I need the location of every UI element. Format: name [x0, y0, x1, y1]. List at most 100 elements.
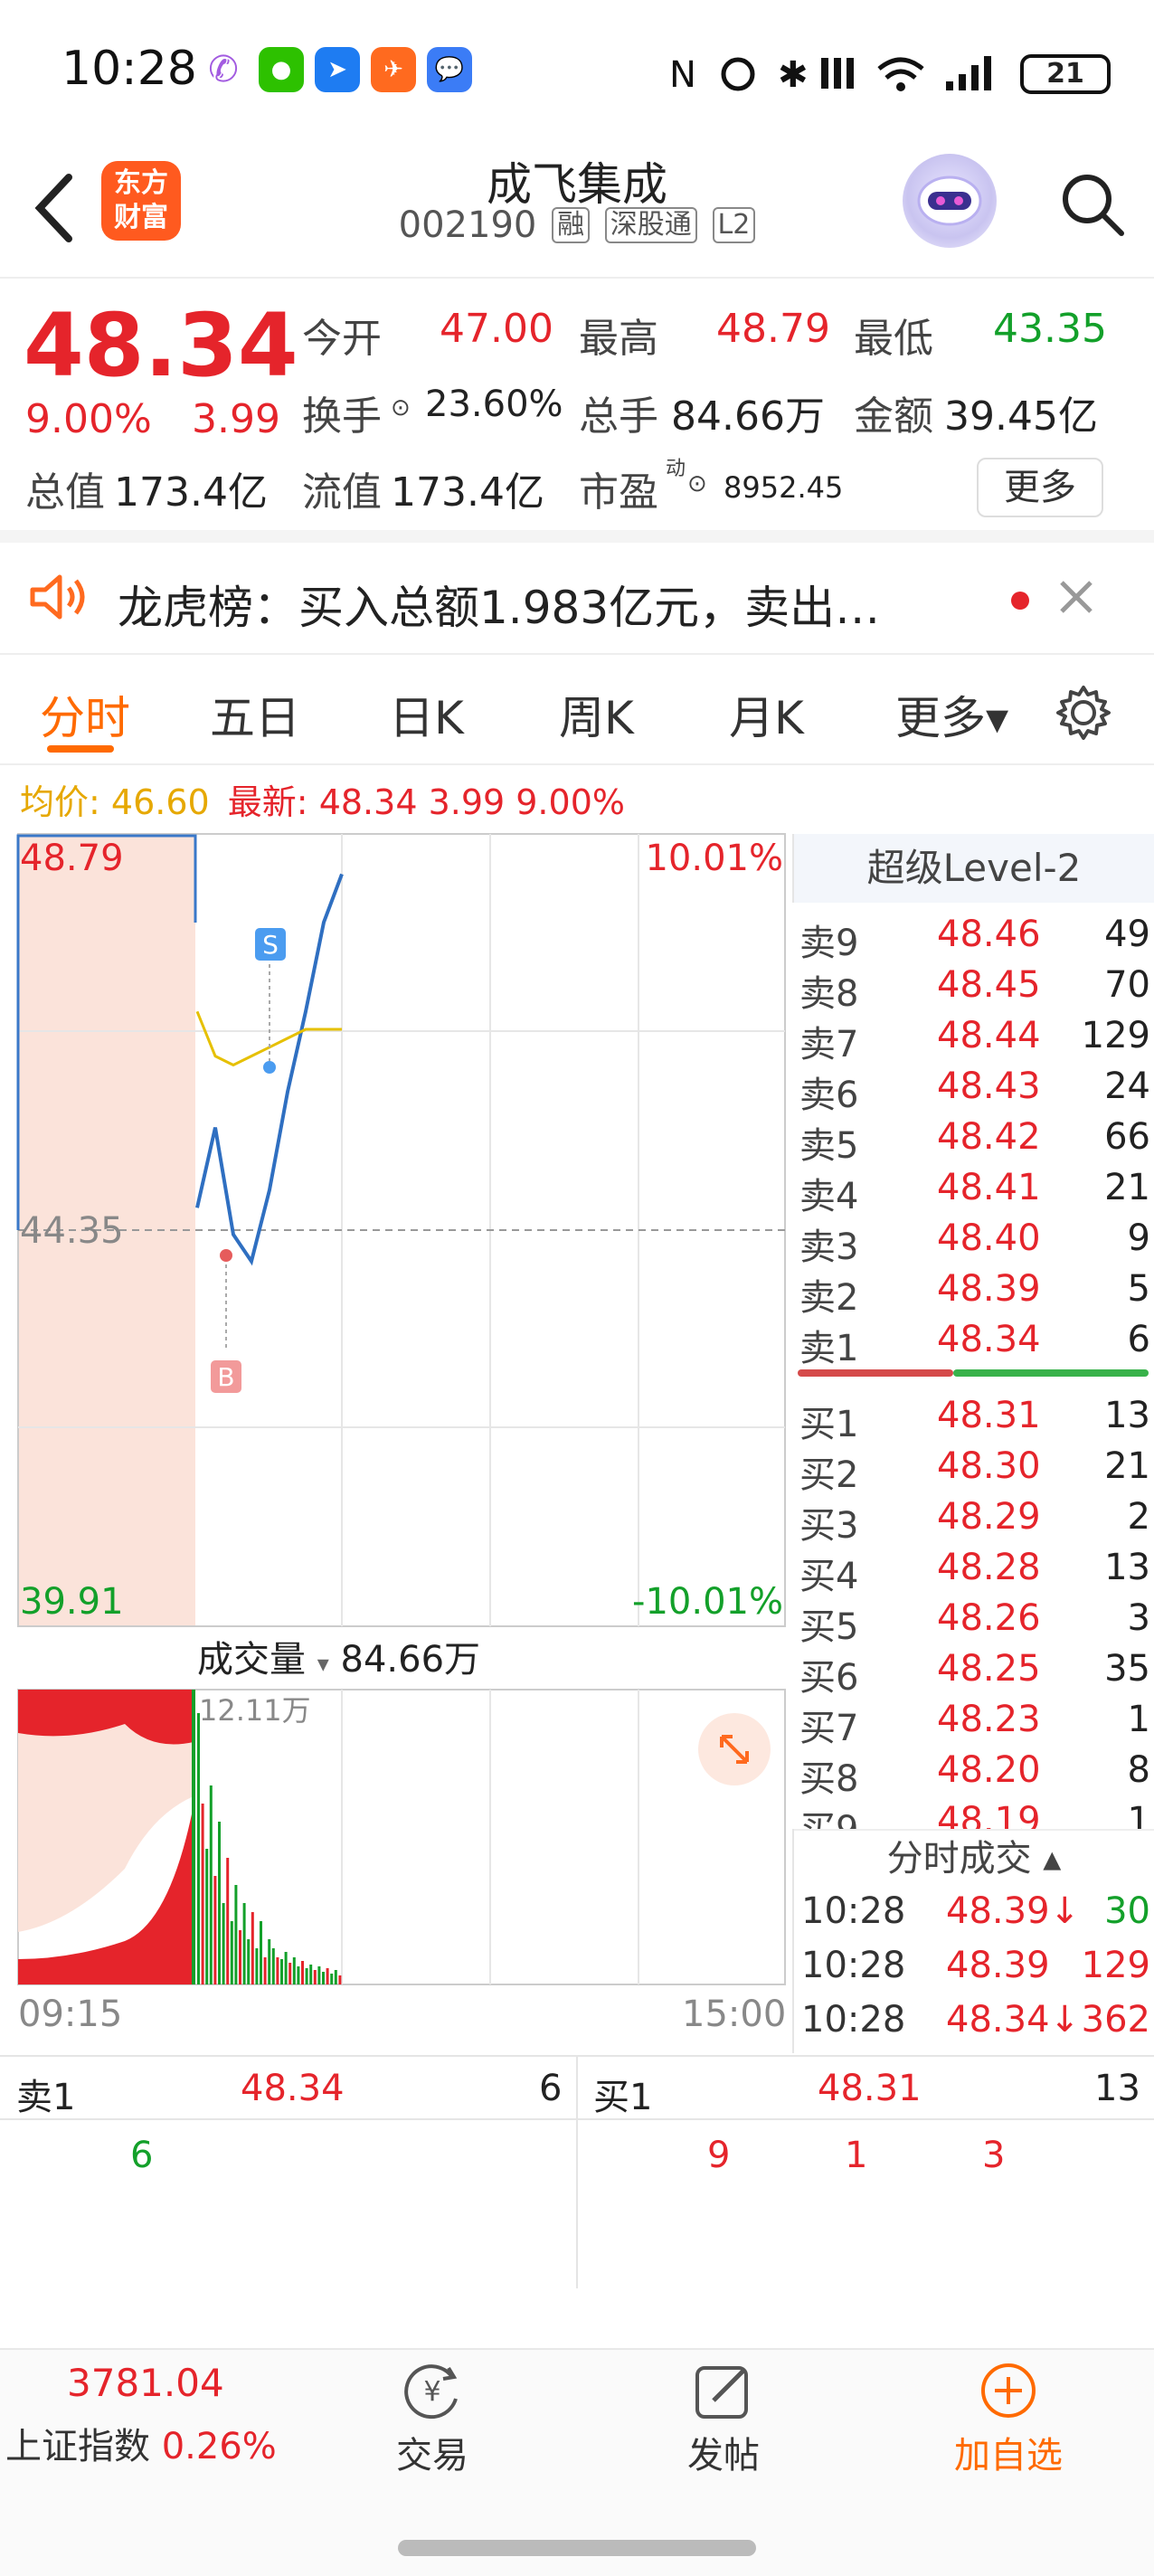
volume-label[interactable]: 成交量	[197, 1639, 306, 1681]
bid-queue-item: 1	[845, 2135, 868, 2176]
price-chart-svg[interactable]: S B 48.79 44.35 39.91 10.01% -10.01%	[16, 832, 787, 1628]
volume-bar	[276, 1957, 279, 1984]
bid-volume: 35	[1104, 1648, 1150, 1690]
tab-weekly-k[interactable]: 周K	[559, 682, 634, 747]
time-end-label: 15:00	[682, 1994, 787, 2035]
robot-assistant-icon[interactable]	[903, 154, 997, 248]
ask-row[interactable]: 卖5 48.42 66	[792, 1111, 1154, 1167]
edit-icon	[695, 2366, 748, 2419]
bid-row[interactable]: 买3 48.29 2	[792, 1491, 1154, 1547]
tag-shenzhen-connect: 深股通	[604, 207, 697, 243]
bid-row[interactable]: 买7 48.23 1	[792, 1693, 1154, 1749]
bid-price: 48.20	[937, 1749, 1041, 1791]
volume-bar	[280, 1959, 283, 1984]
avg-label: 均价:	[20, 782, 100, 822]
tick-volume: 362	[1081, 1999, 1150, 2041]
bid-volume: 3	[1127, 1597, 1150, 1639]
tab-more[interactable]: 更多▾	[895, 682, 1008, 747]
search-icon[interactable]	[1058, 170, 1127, 239]
bid-price: 48.25	[937, 1648, 1041, 1690]
bid-price: 48.31	[937, 1395, 1041, 1436]
more-button[interactable]: 更多	[977, 458, 1103, 517]
volume-bar	[309, 1965, 313, 1984]
tab-five-day[interactable]: 五日	[210, 682, 300, 747]
bid-row[interactable]: 买9 48.19 1	[792, 1795, 1154, 1831]
bid-price: 48.19	[937, 1800, 1041, 1831]
home-indicator[interactable]	[398, 2540, 756, 2556]
ask-row[interactable]: 卖3 48.40 9	[792, 1212, 1154, 1268]
bid-row[interactable]: 买8 48.20 8	[792, 1744, 1154, 1800]
ask-row[interactable]: 卖8 48.45 70	[792, 959, 1154, 1015]
ask-label: 卖1	[799, 1328, 859, 1369]
pe-info-icon[interactable]: ⊙	[687, 470, 707, 497]
tab-intraday[interactable]: 分时	[40, 682, 130, 747]
tick-time: 10:28	[801, 1945, 906, 1986]
index-ticker[interactable]: 上证指数 0.26%	[5, 2417, 277, 2469]
ask-row[interactable]: 卖9 48.46 49	[792, 908, 1154, 964]
ask-row[interactable]: 卖6 48.43 24	[792, 1060, 1154, 1116]
volume-bar	[268, 1939, 271, 1984]
bid-volume: 21	[1104, 1445, 1150, 1487]
index-pct: 0.26%	[161, 2426, 277, 2467]
bid-queue-item: 9	[707, 2135, 731, 2176]
bid-row[interactable]: 买6 48.25 35	[792, 1643, 1154, 1699]
ask-row[interactable]: 卖1 48.34 6	[792, 1313, 1154, 1369]
ask-price: 48.43	[937, 1065, 1041, 1107]
tab-monthly-k[interactable]: 月K	[729, 682, 804, 747]
bid-volume: 13	[1104, 1395, 1150, 1436]
bid-price: 48.30	[937, 1445, 1041, 1487]
volume-bar	[288, 1963, 292, 1984]
ask-price: 48.40	[937, 1217, 1041, 1259]
svg-text:¥: ¥	[423, 2376, 440, 2408]
bid-row[interactable]: 买5 48.26 3	[792, 1592, 1154, 1648]
index-name: 上证指数	[5, 2426, 150, 2467]
volume-bar	[226, 1858, 230, 1984]
volume-value: 84.66万	[671, 393, 825, 440]
bid-row[interactable]: 买1 48.31 13	[792, 1389, 1154, 1445]
low-label: 最低	[854, 316, 933, 362]
intraday-chart[interactable]: S B 48.79 44.35 39.91 10.01% -10.01%	[16, 832, 787, 1628]
volume-chart-svg[interactable]: 12.11万	[16, 1688, 787, 1986]
dropdown-icon[interactable]: ▾	[317, 1651, 329, 1678]
change-amount: 3.99	[192, 396, 280, 442]
speaker-icon	[30, 574, 85, 620]
sell-point	[263, 1061, 276, 1074]
nav-add-watchlist[interactable]: 加自选	[941, 2359, 1076, 2478]
tick-price: 48.34↓	[946, 1999, 1081, 2041]
volume-header[interactable]: 成交量 ▾ 84.66万	[197, 1630, 480, 1682]
volume-bar	[197, 1713, 200, 1984]
nav-post[interactable]: 发帖	[669, 2359, 778, 2478]
info-icon[interactable]: ⊙	[391, 394, 411, 421]
low-value: 43.35	[993, 306, 1107, 352]
buy-marker-label: B	[217, 1362, 234, 1392]
bid-row[interactable]: 买2 48.30 21	[792, 1440, 1154, 1496]
ask-row[interactable]: 卖2 48.39 5	[792, 1263, 1154, 1319]
ticks-title[interactable]: 分时成交 ▴	[794, 1829, 1154, 1885]
notice-bar[interactable]: 龙虎榜：买入总额1.983亿元，卖出…	[0, 543, 1154, 655]
volume-bar	[222, 1903, 225, 1984]
bid-row[interactable]: 买4 48.28 13	[792, 1541, 1154, 1597]
ask-volume: 5	[1127, 1268, 1150, 1310]
volume-bar	[201, 1804, 204, 1984]
ask-row[interactable]: 卖7 48.44 129	[792, 1009, 1154, 1065]
latest-value: 48.34 3.99 9.00%	[318, 782, 625, 822]
gear-icon[interactable]	[1055, 684, 1112, 742]
ask1-label: 卖1	[16, 2077, 76, 2118]
index-value[interactable]: 3781.04	[67, 2361, 224, 2405]
volume-bar	[271, 1948, 275, 1984]
bid-price: 48.29	[937, 1496, 1041, 1538]
level2-orderbook: 超级Level-2 卖9 48.46 49 卖8 48.45 70 卖7 48.44…	[792, 834, 1154, 1831]
ask-row[interactable]: 卖4 48.41 21	[792, 1161, 1154, 1217]
stock-header: 东方 财富 成飞集成 002190 融 深股通 L2	[0, 145, 1154, 279]
amount-label: 金额	[854, 393, 933, 440]
orderbook-title: 超级Level-2	[866, 846, 1082, 890]
volume-bar	[338, 1975, 342, 1984]
flyer-app-icon: ✈	[371, 47, 416, 92]
close-icon[interactable]	[1055, 575, 1098, 619]
volume-bar	[334, 1970, 337, 1984]
bird-app-icon: ➤	[315, 47, 360, 92]
tab-daily-k[interactable]: 日K	[389, 682, 464, 747]
bid-volume: 1	[1127, 1699, 1150, 1740]
volume-total: 84.66万	[340, 1639, 481, 1681]
nav-trade[interactable]: ¥ 交易	[378, 2359, 487, 2478]
